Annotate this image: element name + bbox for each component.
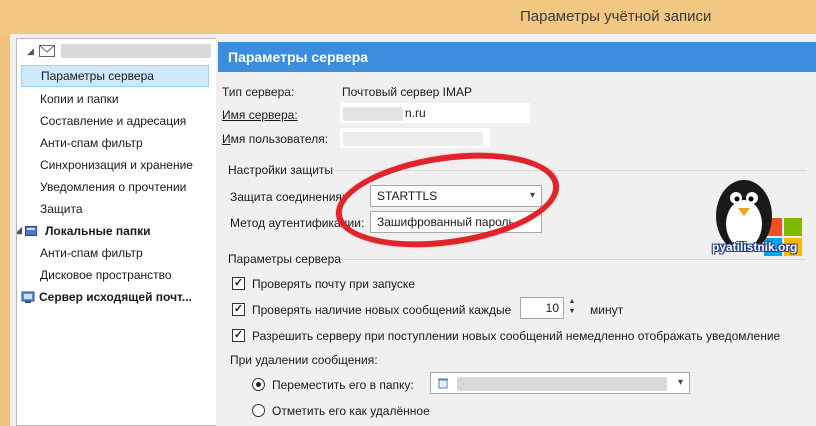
sidebar-item-security[interactable]: Защита	[17, 198, 217, 220]
server-type-label: Тип сервера:	[222, 85, 295, 99]
sidebar-item-smtp[interactable]: Сервер исходящей почт...	[17, 286, 217, 308]
mark-deleted-radio[interactable]	[252, 404, 265, 417]
server-name-redacted	[343, 107, 403, 121]
sidebar-item-local-junk[interactable]: Анти-спам фильтр	[17, 242, 217, 264]
sidebar-item-junk[interactable]: Анти-спам фильтр	[17, 132, 217, 154]
sidebar-item-label: Локальные папки	[45, 224, 151, 238]
collapse-icon[interactable]: ◢	[27, 47, 36, 56]
check-every-checkbox[interactable]: ✓	[232, 303, 245, 316]
sidebar-item-label: Параметры сервера	[41, 69, 154, 83]
sidebar-item-label: Анти-спам фильтр	[40, 246, 143, 260]
server-settings-group-title: Параметры сервера	[228, 252, 341, 266]
check-on-start-checkbox[interactable]: ✓	[232, 277, 245, 290]
sidebar-item-label: Анти-спам фильтр	[40, 136, 143, 150]
connection-security-label: Защита соединения:	[230, 190, 346, 204]
move-to-folder-radio[interactable]	[252, 378, 265, 391]
server-name-label: Имя сервера:	[222, 108, 298, 122]
mark-deleted-label: Отметить его как удалённое	[272, 404, 430, 418]
sidebar-item-label: Уведомления о прочтении	[40, 180, 187, 194]
logo-text: pyatilistnik.org	[712, 240, 798, 254]
outgoing-server-icon	[21, 291, 35, 303]
window-title: Параметры учётной записи	[520, 8, 712, 25]
chevron-down-icon: ▾	[677, 377, 683, 388]
sidebar-item-copies-folders[interactable]: Копии и папки	[17, 88, 217, 110]
trash-folder-icon	[438, 378, 448, 389]
user-name-field[interactable]	[340, 128, 490, 148]
sidebar-item-receipts[interactable]: Уведомления о прочтении	[17, 176, 217, 198]
allow-push-label: Разрешить серверу при поступлении новых …	[252, 329, 781, 343]
check-every-label: Проверять наличие новых сообщений каждые	[252, 303, 512, 317]
account-tree: ◢ Параметры сервера Копии и папки Состав…	[16, 38, 218, 426]
trash-folder-redacted	[457, 377, 667, 391]
check-interval-value: 10	[545, 301, 559, 315]
local-folders-icon	[25, 226, 37, 236]
user-name-label: Имя пользователя:	[222, 132, 329, 146]
user-name-redacted	[343, 132, 483, 146]
check-on-start-label: Проверять почту при запуске	[252, 277, 415, 291]
chevron-down-icon[interactable]: ▼	[566, 307, 578, 317]
mail-envelope-icon	[39, 45, 55, 57]
trash-folder-select[interactable]: ▾	[430, 372, 690, 394]
sidebar-item-composition[interactable]: Составление и адресация	[17, 110, 217, 132]
collapse-icon[interactable]: ◢	[17, 226, 24, 235]
account-name-redacted	[61, 44, 211, 58]
sidebar-item-label: Сервер исходящей почт...	[39, 290, 192, 304]
sidebar-item-label: Копии и папки	[40, 92, 119, 106]
sidebar-item-label: Дисковое пространство	[40, 268, 172, 282]
title-bar: Параметры учётной записи	[0, 0, 816, 34]
move-to-folder-label: Переместить его в папку:	[272, 378, 414, 392]
allow-push-checkbox[interactable]: ✓	[232, 329, 245, 342]
sidebar-item-label: Защита	[40, 202, 83, 216]
site-logo: pyatilistnik.org	[706, 170, 808, 280]
chevron-up-icon[interactable]: ▲	[566, 297, 578, 307]
on-delete-label: При удалении сообщения:	[230, 353, 378, 367]
server-name-value: n.ru	[405, 106, 426, 120]
sidebar-item-label: Составление и адресация	[40, 114, 187, 128]
panel-header: Параметры сервера	[218, 42, 816, 72]
account-node[interactable]: ◢	[21, 41, 217, 61]
server-type-value: Почтовый сервер IMAP	[342, 85, 472, 99]
security-group-title: Настройки защиты	[228, 163, 334, 177]
minutes-label: минут	[590, 303, 624, 317]
interval-stepper[interactable]: ▲ ▼	[566, 297, 578, 319]
check-interval-input[interactable]: 10	[520, 297, 564, 319]
sidebar-item-disk-space[interactable]: Дисковое пространство	[17, 264, 217, 286]
sidebar-item-local-folders[interactable]: ◢ Локальные папки	[17, 220, 217, 242]
sidebar-item-sync[interactable]: Синхронизация и хранение	[17, 154, 217, 176]
penguin-logo-icon	[716, 180, 802, 256]
server-name-field[interactable]: n.ru	[340, 103, 530, 123]
sidebar-item-label: Синхронизация и хранение	[40, 158, 193, 172]
sidebar-item-server-settings[interactable]: Параметры сервера	[21, 65, 209, 87]
